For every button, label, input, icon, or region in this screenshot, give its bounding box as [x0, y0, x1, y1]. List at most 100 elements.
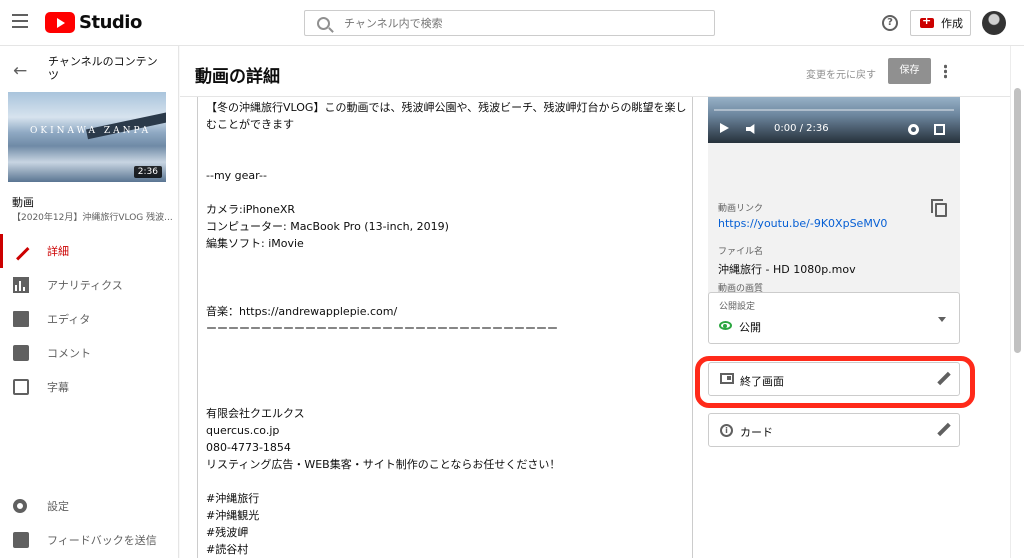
pencil-icon — [12, 243, 30, 261]
info-icon: i — [720, 424, 733, 437]
video-label: 動画 — [12, 196, 34, 209]
description-line: リスティング広告・WEB集客・サイト制作のことならお任せください！ — [206, 458, 561, 471]
end-screen-icon — [720, 373, 734, 384]
page-title: 動画の詳細 — [195, 67, 280, 87]
search-box[interactable] — [304, 10, 715, 36]
player-settings-icon[interactable] — [908, 124, 919, 135]
end-screen-label: 終了画面 — [740, 375, 784, 388]
description-line: #沖縄旅行 — [206, 492, 260, 505]
volume-icon[interactable] — [746, 124, 755, 134]
save-button[interactable]: 保存 — [888, 58, 931, 84]
visibility-label: 公開設定 — [719, 302, 756, 312]
scrollbar-thumb[interactable] — [1014, 88, 1021, 353]
file-name-label: ファイル名 — [718, 247, 764, 257]
analytics-icon — [13, 277, 29, 293]
description-line — [206, 337, 692, 354]
description-line: 音楽：https://andrewapplepie.com/ — [206, 305, 398, 318]
sidebar-item-analytics[interactable]: アナリティクス — [0, 268, 179, 302]
thumbnail-text: OKINAWA ZANPA — [30, 126, 152, 136]
description-line — [206, 150, 692, 167]
search-input[interactable] — [344, 16, 684, 30]
copy-icon[interactable] — [931, 199, 947, 217]
description-line — [206, 354, 692, 371]
create-label: 作成 — [941, 17, 963, 30]
description-line: コンピューター: MacBook Pro (13-inch, 2019) — [206, 220, 449, 233]
revert-button[interactable]: 変更を元に戻す — [806, 66, 876, 81]
sidebar-item-label: 詳細 — [47, 245, 69, 258]
file-name: 沖縄旅行 - HD 1080p.mov — [718, 263, 856, 276]
play-icon[interactable] — [720, 123, 729, 133]
help-icon[interactable]: ? — [882, 15, 898, 31]
sidebar-item-label: コメント — [47, 347, 91, 360]
description-line: #沖縄観光 — [206, 509, 260, 522]
logo-text: Studio — [79, 12, 142, 33]
avatar[interactable] — [982, 11, 1006, 35]
description-line — [206, 133, 692, 150]
sidebar-item-label: エディタ — [47, 313, 91, 326]
video-info-panel: 0:00 / 2:36 動画リンク https://youtu.be/-9K0X… — [708, 97, 960, 325]
sidebar-item-details[interactable]: 詳細 — [0, 234, 179, 268]
description-line — [206, 473, 692, 490]
description-line — [206, 388, 692, 405]
youtube-logo-icon — [45, 12, 75, 33]
description-line: 080-4773-1854 — [206, 441, 291, 454]
caret-down-icon — [938, 317, 946, 322]
edit-pencil-icon[interactable] — [937, 372, 949, 386]
sidebar-item-settings[interactable]: 設定 — [0, 489, 179, 523]
feedback-icon — [13, 532, 29, 548]
sidebar-item-label: 設定 — [47, 500, 69, 513]
main-content: 動画の詳細 変更を元に戻す 保存 【冬の沖縄旅行VLOG】この動画では、残波岬公… — [180, 46, 1010, 558]
description-line — [206, 184, 692, 201]
create-button[interactable]: 作成 — [910, 10, 971, 36]
sidebar-item-feedback[interactable]: フィードバックを送信 — [0, 523, 179, 557]
description-line: 編集ソフト: iMovie — [206, 237, 304, 250]
more-vert-icon[interactable] — [944, 64, 947, 79]
channel-content-link[interactable]: チャンネルのコンテンツ — [48, 55, 166, 83]
end-screen-button[interactable]: 終了画面 — [708, 362, 960, 396]
description-line: 有限会社クエルクス — [206, 407, 305, 420]
cards-button[interactable]: i カード — [708, 413, 960, 447]
search-icon — [317, 16, 330, 30]
sidebar-item-label: フィードバックを送信 — [47, 534, 157, 547]
description-line: --my gear-- — [206, 169, 267, 182]
sidebar-item-label: アナリティクス — [47, 279, 123, 292]
description-line — [206, 371, 692, 388]
video-link-label: 動画リンク — [718, 204, 764, 214]
thumbnail-duration: 2:36 — [133, 166, 162, 178]
editor-icon — [13, 311, 29, 327]
subtitles-icon — [13, 379, 29, 395]
visibility-value: 公開 — [739, 321, 761, 334]
menu-icon[interactable] — [12, 14, 28, 28]
description-field[interactable]: 【冬の沖縄旅行VLOG】この動画では、残波岬公園や、残波ビーチ、残波岬灯台からの… — [197, 97, 693, 558]
description-line: #読谷村 — [206, 543, 249, 556]
scrollbar[interactable] — [1010, 46, 1024, 558]
time-display: 0:00 / 2:36 — [774, 123, 829, 134]
cards-label: カード — [740, 426, 773, 439]
sidebar-item-editor[interactable]: エディタ — [0, 302, 179, 336]
progress-bar[interactable] — [714, 109, 954, 111]
gear-icon — [13, 499, 27, 513]
studio-logo[interactable]: Studio — [45, 12, 142, 33]
fullscreen-icon[interactable] — [934, 124, 945, 135]
video-thumbnail[interactable]: OKINAWA ZANPA 2:36 — [8, 92, 166, 182]
description-line: quercus.co.jp — [206, 424, 280, 437]
back-arrow-icon[interactable]: ← — [13, 61, 27, 81]
visibility-dropdown[interactable]: 公開設定 公開 — [708, 292, 960, 344]
video-link[interactable]: https://youtu.be/-9K0XpSeMV0 — [718, 217, 887, 230]
sidebar-item-label: 字幕 — [47, 381, 69, 394]
top-bar: Studio ? 作成 — [0, 0, 1024, 46]
comment-icon — [13, 345, 29, 361]
sidebar-item-subtitles[interactable]: 字幕 — [0, 370, 179, 404]
description-line: ーーーーーーーーーーーーーーーーーーーーーーーーーーーーーーーー — [206, 322, 558, 335]
video-player[interactable]: 0:00 / 2:36 — [708, 97, 960, 143]
eye-icon — [719, 321, 732, 330]
description-line: カメラ:iPhoneXR — [206, 203, 296, 216]
description-line — [206, 252, 692, 269]
edit-pencil-icon[interactable] — [937, 423, 949, 437]
video-title: 【2020年12月】沖縄旅行VLOG 残波... — [12, 213, 173, 223]
studio-app: Studio ? 作成 ← チャンネルのコンテンツ OKINAWA ZANPA … — [0, 0, 1024, 558]
sidebar: ← チャンネルのコンテンツ OKINAWA ZANPA 2:36 動画 【202… — [0, 46, 179, 558]
create-video-icon — [920, 14, 934, 28]
description-line: 【冬の沖縄旅行VLOG】この動画では、残波岬公園や、残波ビーチ、残波岬灯台からの… — [206, 101, 687, 131]
sidebar-item-comments[interactable]: コメント — [0, 336, 179, 370]
